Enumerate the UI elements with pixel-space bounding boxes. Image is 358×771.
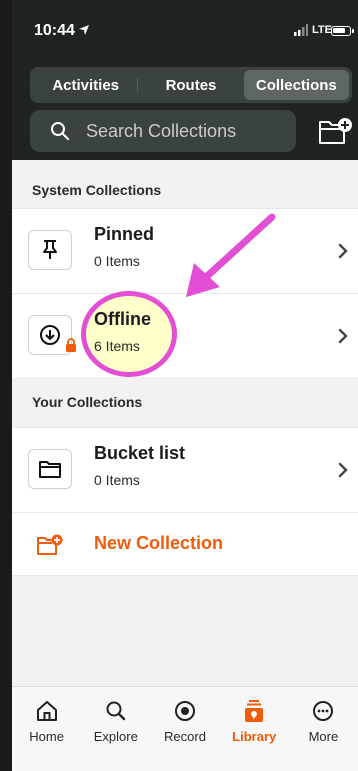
new-collection-label: New Collection [94, 533, 224, 553]
battery-icon [331, 26, 351, 36]
search-icon [51, 122, 70, 141]
tab-library[interactable]: Library [220, 687, 289, 771]
tab-label: Home [29, 729, 64, 744]
lock-badge-icon [66, 338, 76, 352]
new-folder-icon [37, 534, 63, 555]
annotation-highlight-circle [81, 291, 177, 377]
annotation-arrow [186, 213, 276, 297]
search-bar[interactable] [30, 110, 296, 152]
collection-name: Bucket list [94, 443, 186, 463]
collection-count: 0 Items [94, 472, 140, 488]
tab-label: Explore [93, 729, 138, 744]
chevron-right-icon [338, 328, 348, 344]
download-icon [28, 315, 76, 355]
collection-count: 6 Items [94, 338, 140, 354]
chevron-right-icon [338, 462, 348, 478]
new-folder-icon[interactable] [318, 116, 354, 146]
chevron-right-icon [338, 243, 348, 259]
header: 10:44 LTE Activities Routes Collections [12, 0, 358, 160]
tab-explore[interactable]: Explore [81, 687, 150, 771]
tab-more[interactable]: More [289, 687, 358, 771]
status-bar: 10:44 LTE [12, 0, 358, 54]
bottom-tab-bar: Home Explore Record Library More [12, 686, 358, 771]
app-screen: 10:44 LTE Activities Routes Collections … [12, 0, 358, 771]
segmented-control: Activities Routes Collections [30, 67, 352, 103]
status-time: 10:44 [34, 22, 90, 40]
collection-name: Pinned [94, 224, 155, 244]
network-label: LTE [312, 24, 332, 36]
search-icon [106, 701, 125, 721]
battery-tip [352, 29, 354, 33]
tab-label: Record [164, 729, 206, 744]
search-input[interactable] [86, 120, 266, 142]
library-icon [245, 700, 264, 722]
tab-routes[interactable]: Routes [138, 70, 243, 100]
tab-label: More [308, 729, 339, 744]
collection-name: Offline [94, 309, 151, 329]
collection-count: 0 Items [94, 253, 140, 269]
more-icon [313, 701, 334, 721]
tab-collections[interactable]: Collections [243, 70, 349, 100]
section-your-collections: Your Collections [12, 377, 358, 427]
tab-record[interactable]: Record [150, 687, 219, 771]
section-system-collections: System Collections [12, 172, 358, 208]
new-collection-button[interactable]: New Collection [12, 512, 358, 576]
folder-icon [28, 449, 72, 489]
tab-label: Library [232, 729, 277, 744]
home-icon [36, 701, 57, 721]
location-arrow-icon [78, 25, 89, 35]
tab-home[interactable]: Home [12, 687, 81, 771]
tab-activities[interactable]: Activities [33, 70, 139, 100]
record-icon [175, 701, 195, 721]
signal-icon [294, 24, 308, 36]
pin-icon [28, 230, 72, 270]
collection-row-bucket-list[interactable]: Bucket list 0 Items [12, 427, 358, 512]
